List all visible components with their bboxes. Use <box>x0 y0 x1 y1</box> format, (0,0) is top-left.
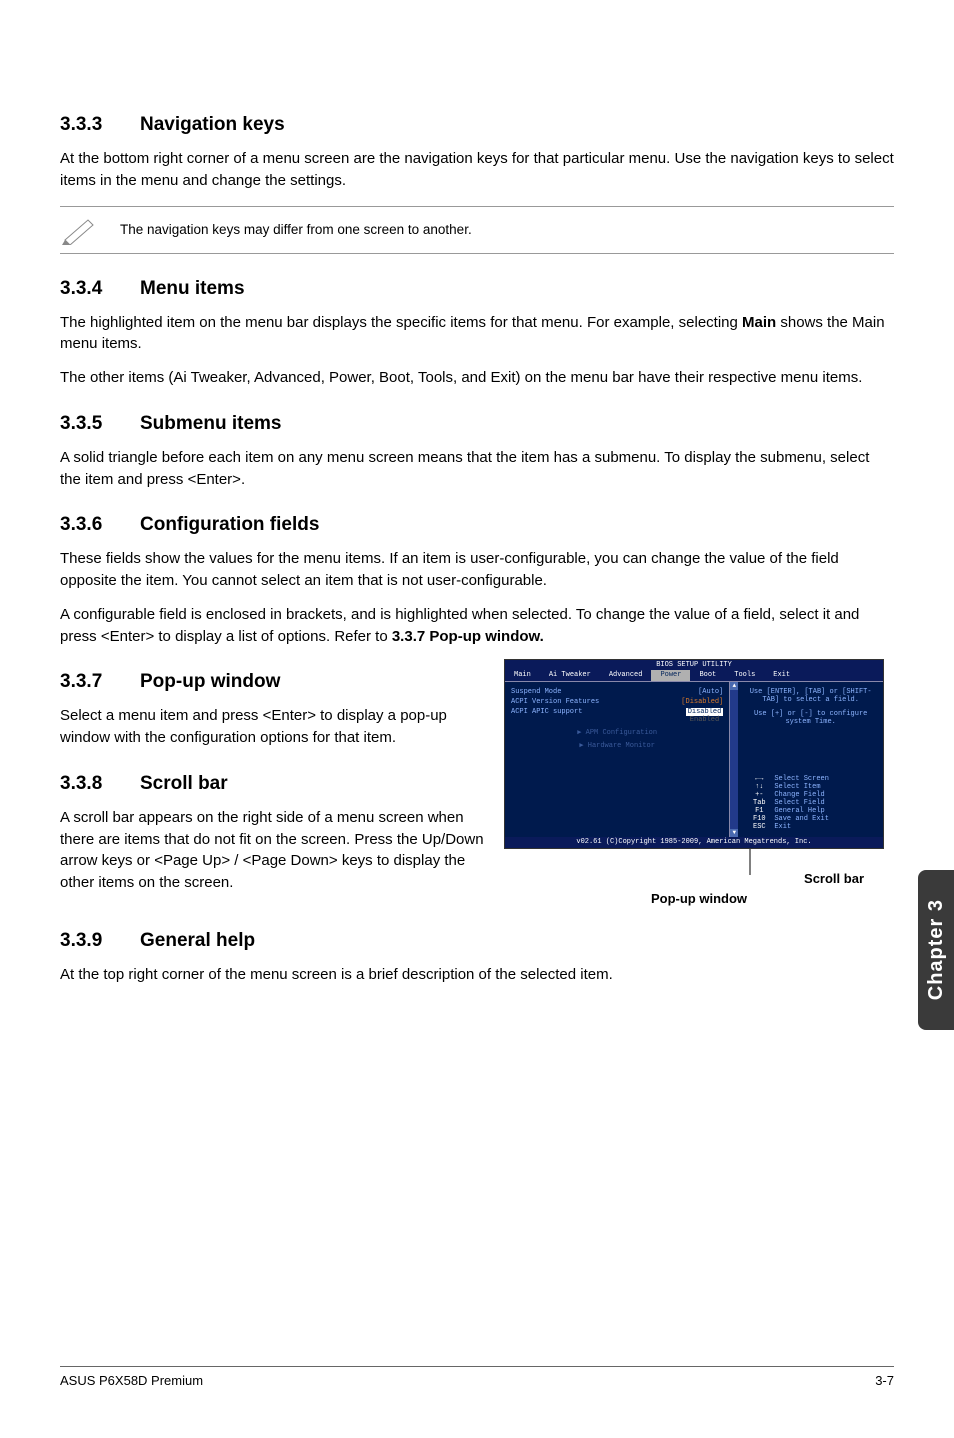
bios-key: ←→ <box>744 775 774 783</box>
bios-help-2: Use [+] or [-] to configure system Time. <box>744 710 877 726</box>
heading-title: Submenu items <box>140 413 281 435</box>
bios-item-value: [Auto] <box>698 688 723 696</box>
heading-num: 3.3.8 <box>60 773 140 795</box>
pencil-icon <box>60 215 100 245</box>
bios-popup-option: Enabled <box>690 716 719 724</box>
para-335-1: A solid triangle before each item on any… <box>60 447 894 491</box>
heading-3-3-8: 3.3.8 Scroll bar <box>60 773 484 795</box>
para-333-1: At the bottom right corner of a menu scr… <box>60 148 894 192</box>
bios-body: Suspend Mode [Auto] ACPI Version Feature… <box>505 681 883 837</box>
scrollbar-callout: Scroll bar <box>504 849 894 889</box>
chapter-tab-label: Chapter 3 <box>925 899 948 1000</box>
para-336-1: These fields show the values for the men… <box>60 548 894 592</box>
heading-3-3-6: 3.3.6 Configuration fields <box>60 514 894 536</box>
bios-submenu-apm: ▶ APM Configuration <box>511 728 723 737</box>
heading-num: 3.3.7 <box>60 671 140 693</box>
bios-screenshot: BIOS SETUP UTILITY Main Ai Tweaker Advan… <box>504 659 884 849</box>
bios-key-desc: Change Field <box>774 791 824 799</box>
heading-num: 3.3.9 <box>60 930 140 952</box>
bios-tab-tools: Tools <box>725 670 764 681</box>
heading-title: Menu items <box>140 278 245 300</box>
scrollbar-callout-label: Scroll bar <box>804 871 864 886</box>
para-336-2: A configurable field is enclosed in brac… <box>60 604 894 648</box>
bios-tab-main: Main <box>505 670 540 681</box>
bios-key-desc: Select Field <box>774 799 824 807</box>
bios-key-desc: Select Item <box>774 783 820 791</box>
bios-key-desc: Select Screen <box>774 775 829 783</box>
para-fragment: The highlighted item on the menu bar dis… <box>60 314 742 331</box>
scrollbar-down-icon: ▼ <box>730 829 738 837</box>
heading-3-3-9: 3.3.9 General help <box>60 930 894 952</box>
bios-item-label: Suspend Mode <box>511 688 561 696</box>
heading-title: Configuration fields <box>140 514 319 536</box>
bios-scrollbar: ▲ ▼ <box>730 682 738 837</box>
bios-key: Tab <box>744 799 774 807</box>
bios-help-1: Use [ENTER], [TAB] or [SHIFT-TAB] to sel… <box>744 688 877 704</box>
bios-key: ESC <box>744 823 774 831</box>
para-bold: 3.3.7 Pop-up window. <box>392 628 544 645</box>
bios-key-desc: General Help <box>774 807 824 815</box>
note-text: The navigation keys may differ from one … <box>120 222 472 237</box>
scrollbar-up-icon: ▲ <box>730 682 738 690</box>
para-339-1: At the top right corner of the menu scre… <box>60 964 894 986</box>
bios-key: F1 <box>744 807 774 815</box>
bios-key: +- <box>744 791 774 799</box>
heading-3-3-4: 3.3.4 Menu items <box>60 278 894 300</box>
heading-title: Scroll bar <box>140 773 228 795</box>
bios-key: F10 <box>744 815 774 823</box>
para-334-1: The highlighted item on the menu bar dis… <box>60 312 894 356</box>
bios-submenu-label: Hardware Monitor <box>588 742 655 750</box>
bios-tab-exit: Exit <box>764 670 799 681</box>
popup-window-label: Pop-up window <box>504 891 894 906</box>
heading-title: General help <box>140 930 255 952</box>
heading-3-3-3: 3.3.3 Navigation keys <box>60 114 894 136</box>
bios-tab-advanced: Advanced <box>600 670 652 681</box>
bios-item-acpi-apic: ACPI APIC support Disabled Enabled <box>511 708 723 724</box>
heading-title: Pop-up window <box>140 671 280 693</box>
bios-menubar: Main Ai Tweaker Advanced Power Boot Tool… <box>505 670 883 681</box>
bios-key: ↑↓ <box>744 783 774 791</box>
para-337-1: Select a menu item and press <Enter> to … <box>60 705 484 749</box>
bios-left-pane: Suspend Mode [Auto] ACPI Version Feature… <box>505 682 730 837</box>
heading-3-3-7: 3.3.7 Pop-up window <box>60 671 484 693</box>
bios-key-legend: ←→Select Screen ↑↓Select Item +-Change F… <box>744 775 877 831</box>
para-338-1: A scroll bar appears on the right side o… <box>60 807 484 894</box>
bios-right-pane: Use [ENTER], [TAB] or [SHIFT-TAB] to sel… <box>738 682 883 837</box>
bios-submenu-label: APM Configuration <box>586 729 657 737</box>
chapter-tab: Chapter 3 <box>918 870 954 1030</box>
heading-num: 3.3.6 <box>60 514 140 536</box>
footer-page-number: 3-7 <box>875 1373 894 1388</box>
bios-tab-aitweaker: Ai Tweaker <box>540 670 600 681</box>
heading-title: Navigation keys <box>140 114 285 136</box>
bios-submenu-hw: ▶ Hardware Monitor <box>511 741 723 750</box>
bios-item-suspend: Suspend Mode [Auto] <box>511 688 723 696</box>
popup-figure: BIOS SETUP UTILITY Main Ai Tweaker Advan… <box>504 659 894 906</box>
bios-title: BIOS SETUP UTILITY <box>505 660 883 670</box>
note-333: The navigation keys may differ from one … <box>60 206 894 254</box>
para-bold: Main <box>742 314 776 331</box>
heading-num: 3.3.5 <box>60 413 140 435</box>
bios-tab-power: Power <box>651 670 690 681</box>
bios-copyright: v02.61 (C)Copyright 1985-2009, American … <box>505 837 883 848</box>
bios-item-label: ACPI Version Features <box>511 698 599 706</box>
bios-tab-boot: Boot <box>690 670 725 681</box>
footer-product: ASUS P6X58D Premium <box>60 1373 203 1388</box>
heading-num: 3.3.4 <box>60 278 140 300</box>
bios-item-acpi-version: ACPI Version Features [Disabled] <box>511 698 723 706</box>
bios-key-desc: Save and Exit <box>774 815 829 823</box>
bios-popup-selected: Disabled <box>686 708 724 716</box>
page-footer: ASUS P6X58D Premium 3-7 <box>60 1366 894 1388</box>
para-334-2: The other items (Ai Tweaker, Advanced, P… <box>60 367 894 389</box>
heading-num: 3.3.3 <box>60 114 140 136</box>
heading-3-3-5: 3.3.5 Submenu items <box>60 413 894 435</box>
bios-item-value: [Disabled] <box>681 698 723 706</box>
bios-popup-options: Disabled Enabled <box>686 708 724 724</box>
bios-key-desc: Exit <box>774 823 791 831</box>
bios-item-label: ACPI APIC support <box>511 708 582 724</box>
